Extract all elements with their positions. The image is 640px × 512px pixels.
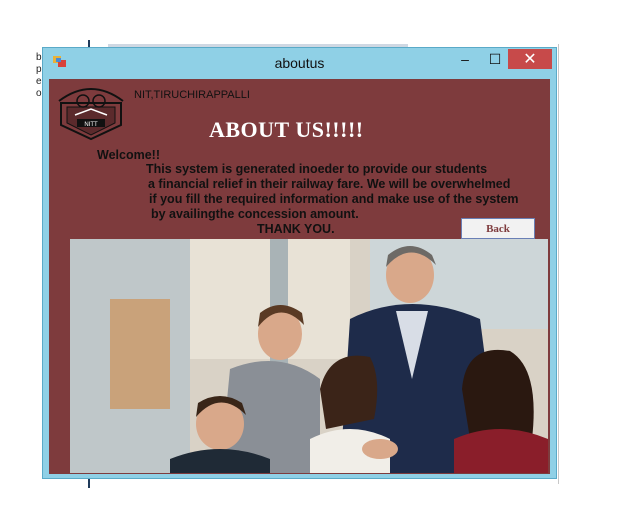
form-client-area: NITT NIT,TIRUCHIRAPPALLI ABOUT US!!!!! W… [49, 79, 550, 474]
close-button[interactable]: ✕ [508, 49, 552, 69]
welcome-text: Welcome!! [97, 148, 160, 162]
institution-label: NIT,TIRUCHIRAPPALLI [134, 89, 250, 101]
description-line: if you fill the required information and… [149, 192, 519, 206]
description-line: by availingthe concession amount. [151, 207, 359, 221]
maximize-button[interactable]: ☐ [480, 49, 510, 69]
minimize-button[interactable]: – [450, 49, 480, 69]
back-button[interactable]: Back [461, 218, 535, 239]
logo-text: NITT [84, 122, 98, 128]
students-photo [70, 239, 548, 473]
thank-you-text: THANK YOU. [257, 222, 335, 236]
description-line: a financial relief in their railway fare… [148, 177, 511, 191]
aboutus-window: aboutus – ☐ ✕ NITT NIT,TIRUCHIRAPPALLI A… [42, 47, 557, 479]
title-bar[interactable]: aboutus – ☐ ✕ [43, 48, 556, 76]
page-title: ABOUT US!!!!! [209, 117, 364, 142]
background-edge [558, 44, 559, 484]
description-line: This system is generated inoeder to prov… [146, 162, 488, 176]
nitt-logo: NITT [58, 88, 124, 141]
